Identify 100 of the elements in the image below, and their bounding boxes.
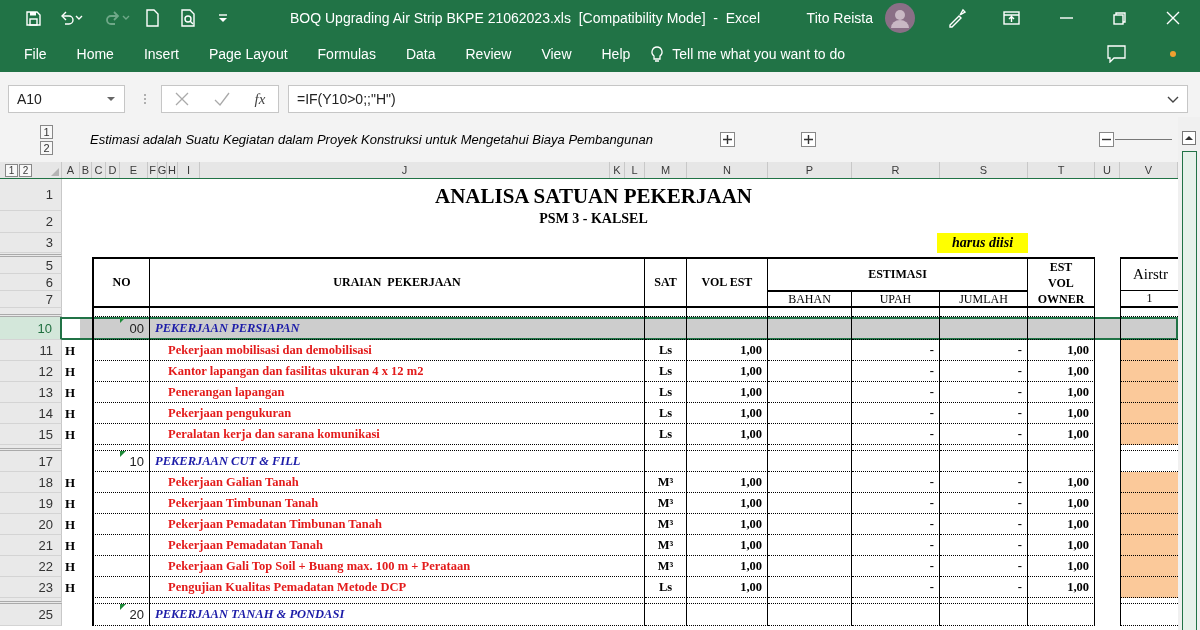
column-header[interactable]: G bbox=[158, 162, 167, 178]
highlighted-cell[interactable] bbox=[1120, 577, 1178, 598]
highlighted-cell[interactable] bbox=[1120, 403, 1178, 424]
pen-icon[interactable] bbox=[947, 8, 967, 28]
column-header[interactable]: H bbox=[167, 162, 178, 178]
column-header[interactable]: U bbox=[1095, 162, 1120, 178]
highlighted-cell[interactable] bbox=[1120, 382, 1178, 403]
column-header[interactable]: J bbox=[200, 162, 610, 178]
expand-button[interactable] bbox=[801, 132, 816, 147]
column-header[interactable]: E bbox=[120, 162, 148, 178]
column-header[interactable]: M bbox=[645, 162, 687, 178]
active-cell[interactable] bbox=[62, 317, 80, 340]
ribbon-tab[interactable]: Home bbox=[66, 38, 124, 70]
ribbon-tab[interactable]: File bbox=[14, 38, 57, 70]
restore-icon[interactable] bbox=[1113, 11, 1126, 25]
ribbon-tab[interactable]: Formulas bbox=[307, 38, 386, 70]
avatar[interactable] bbox=[885, 3, 915, 33]
column-header[interactable]: D bbox=[106, 162, 120, 178]
row-header[interactable]: 1 bbox=[0, 179, 62, 211]
collapse-button[interactable] bbox=[1099, 132, 1114, 147]
row-header[interactable]: 18 bbox=[0, 472, 62, 493]
highlighted-cell[interactable] bbox=[1120, 361, 1178, 382]
row-header[interactable]: 17 bbox=[0, 451, 62, 472]
table-row[interactable]: Kantor lapangan dan fasilitas ukuran 4 x 12 m2 Ls 1,00 - - 1,00 bbox=[80, 361, 1178, 382]
row-header[interactable]: 7 bbox=[0, 291, 62, 308]
row-header[interactable]: 21 bbox=[0, 535, 62, 556]
table-row[interactable]: 00 PEKERJAAN PERSIAPAN bbox=[80, 317, 1178, 340]
table-row[interactable]: Pengujian Kualitas Pemadatan Metode DCP Ls 1,00 - - 1,00 bbox=[80, 577, 1178, 598]
table-row[interactable]: Pekerjaan Galian Tanah M³ 1,00 - - 1,00 bbox=[80, 472, 1178, 493]
highlighted-cell[interactable] bbox=[1120, 535, 1178, 556]
scroll-up-button[interactable] bbox=[1182, 131, 1196, 145]
insert-function-button[interactable]: fx bbox=[254, 90, 266, 108]
outline-level-button[interactable]: 1 bbox=[40, 124, 53, 139]
error-indicator-icon[interactable] bbox=[120, 317, 126, 323]
ribbon-tab[interactable]: View bbox=[531, 38, 582, 70]
column-header[interactable]: R bbox=[852, 162, 940, 178]
print-preview-icon[interactable] bbox=[179, 9, 196, 27]
outline-level-button[interactable]: 1 bbox=[5, 163, 18, 177]
row-header[interactable]: 19 bbox=[0, 493, 62, 514]
user-name[interactable]: Tito Reista bbox=[806, 10, 873, 26]
column-header[interactable]: S bbox=[940, 162, 1028, 178]
ribbon-display-icon[interactable] bbox=[1003, 10, 1020, 26]
comment-icon[interactable] bbox=[1107, 45, 1126, 63]
close-icon[interactable] bbox=[1166, 11, 1180, 25]
column-header[interactable]: L bbox=[625, 162, 645, 178]
row-header[interactable]: 12 bbox=[0, 361, 62, 382]
expand-icon[interactable] bbox=[1167, 95, 1179, 103]
row-header[interactable]: 6 bbox=[0, 274, 62, 291]
column-header[interactable]: F bbox=[148, 162, 158, 178]
table-row[interactable]: Penerangan lapangan Ls 1,00 - - 1,00 bbox=[80, 382, 1178, 403]
row-header[interactable]: 23 bbox=[0, 577, 62, 598]
row-header[interactable]: 25 bbox=[0, 604, 62, 626]
row-header[interactable]: 2 bbox=[0, 211, 62, 233]
column-header[interactable]: N bbox=[687, 162, 768, 178]
table-row[interactable]: Pekerjaan Pemadatan Timbunan Tanah M³ 1,00 - - 1,00 bbox=[80, 514, 1178, 535]
caret-icon[interactable] bbox=[106, 96, 116, 102]
highlighted-cell[interactable] bbox=[1120, 472, 1178, 493]
ribbon-tab[interactable]: Help bbox=[591, 38, 641, 70]
outline-level-button[interactable]: 2 bbox=[40, 140, 53, 155]
highlighted-cell[interactable] bbox=[1120, 514, 1178, 535]
ribbon-tab[interactable]: Page Layout bbox=[198, 38, 298, 70]
ribbon-tab[interactable]: Insert bbox=[133, 38, 189, 70]
row-header[interactable]: 10 bbox=[0, 317, 62, 340]
column-header[interactable]: A bbox=[62, 162, 80, 178]
row-header[interactable]: 14 bbox=[0, 403, 62, 424]
table-row[interactable]: 20 PEKERJAAN TANAH & PONDASI bbox=[80, 604, 1178, 626]
column-header[interactable]: B bbox=[80, 162, 92, 178]
tell-me-search[interactable]: Tell me what you want to do bbox=[672, 46, 846, 62]
column-header[interactable]: T bbox=[1028, 162, 1095, 178]
ribbon-tab[interactable]: Data bbox=[395, 38, 446, 70]
customize-icon[interactable] bbox=[218, 13, 228, 23]
column-header[interactable]: C bbox=[92, 162, 106, 178]
error-indicator-icon[interactable] bbox=[120, 604, 126, 610]
highlighted-cell[interactable] bbox=[1120, 424, 1178, 445]
table-row[interactable]: Pekerjaan Timbunan Tanah M³ 1,00 - - 1,00 bbox=[80, 493, 1178, 514]
formula-field[interactable]: =IF(Y10>0;;"H") bbox=[288, 85, 1188, 113]
highlighted-cell[interactable] bbox=[1120, 340, 1178, 361]
scrollbar-thumb[interactable] bbox=[1181, 151, 1197, 630]
row-header[interactable]: 20 bbox=[0, 514, 62, 535]
name-box[interactable]: A10 bbox=[8, 85, 125, 113]
row-header[interactable]: 11 bbox=[0, 340, 62, 361]
highlighted-cell[interactable] bbox=[1120, 493, 1178, 514]
caret-icon[interactable] bbox=[75, 14, 83, 22]
lightbulb-icon[interactable] bbox=[650, 45, 665, 63]
column-header[interactable]: K bbox=[610, 162, 625, 178]
table-row[interactable]: Peralatan kerja dan sarana komunikasi Ls 1,00 - - 1,00 bbox=[80, 424, 1178, 445]
column-header[interactable]: P bbox=[768, 162, 852, 178]
table-row[interactable]: Pekerjaan mobilisasi dan demobilisasi Ls 1,00 - - 1,00 bbox=[80, 340, 1178, 361]
row-header[interactable]: 22 bbox=[0, 556, 62, 577]
row-header[interactable]: 13 bbox=[0, 382, 62, 403]
ribbon-tab[interactable]: Review bbox=[455, 38, 522, 70]
row-header[interactable]: 3 bbox=[0, 233, 62, 253]
row-header[interactable]: 15 bbox=[0, 424, 62, 445]
column-header[interactable]: I bbox=[178, 162, 200, 178]
table-row[interactable]: Pekerjaan Gali Top Soil + Buang max. 100 m + Perataan M³ 1,00 - - 1,00 bbox=[80, 556, 1178, 577]
outline-level-button[interactable]: 2 bbox=[19, 163, 32, 177]
table-row[interactable]: Pekerjaan pengukuran Ls 1,00 - - 1,00 bbox=[80, 403, 1178, 424]
new-document-icon[interactable] bbox=[144, 9, 161, 27]
table-row[interactable]: Pekerjaan Pemadatan Tanah M³ 1,00 - - 1,00 bbox=[80, 535, 1178, 556]
expand-button[interactable] bbox=[720, 132, 735, 147]
